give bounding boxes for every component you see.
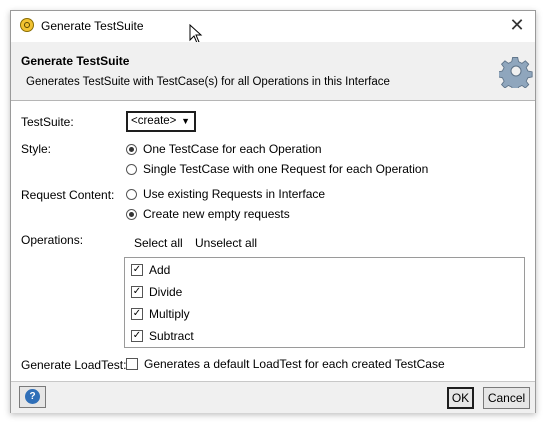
radio-button[interactable] (126, 143, 137, 155)
request-option-label: Use existing Requests in Interface (143, 187, 326, 201)
gear-icon (499, 56, 533, 88)
style-option-label: Single TestCase with one Request for eac… (143, 162, 429, 176)
operation-label: Divide (149, 285, 183, 299)
request-option-label: Create new empty requests (143, 207, 290, 221)
title-bar: Generate TestSuite ✕ (11, 11, 535, 44)
operation-label: Multiply (149, 307, 190, 321)
unselect-all-button[interactable]: Unselect all (195, 236, 257, 250)
style-label: Style: (21, 142, 52, 156)
help-button[interactable]: ? (19, 386, 46, 408)
radio-button[interactable] (126, 208, 137, 220)
select-all-button[interactable]: Select all (134, 236, 183, 250)
testsuite-label: TestSuite: (21, 115, 74, 129)
close-button[interactable]: ✕ (507, 15, 527, 35)
operation-label: Add (149, 263, 171, 277)
help-icon: ? (25, 389, 40, 404)
generate-loadtest-label: Generate LoadTest: (21, 358, 127, 372)
soapui-app-icon (20, 18, 34, 32)
radio-button[interactable] (126, 188, 137, 200)
checkbox[interactable]: ✓ (131, 286, 143, 298)
mouse-cursor-icon (189, 24, 203, 44)
dialog-footer: ? OK Cancel (11, 381, 535, 413)
style-option-one-testcase[interactable]: One TestCase for each Operation (126, 141, 322, 157)
style-option-single-testcase[interactable]: Single TestCase with one Request for eac… (126, 161, 428, 177)
generate-loadtest-option-label: Generates a default LoadTest for each cr… (144, 357, 445, 371)
checkbox[interactable]: ✓ (131, 308, 143, 320)
request-option-new-empty[interactable]: Create new empty requests (126, 206, 290, 222)
radio-button[interactable] (126, 163, 137, 175)
request-option-existing[interactable]: Use existing Requests in Interface (126, 186, 325, 202)
operations-list: ✓ Add ✓ Divide ✓ Multiply ✓ Subtract (124, 257, 525, 348)
operation-item-divide[interactable]: ✓ Divide (131, 282, 182, 302)
operations-label: Operations: (21, 233, 84, 247)
header-description: Generates TestSuite with TestCase(s) for… (26, 76, 390, 88)
dialog-header: Generate TestSuite Generates TestSuite w… (11, 42, 535, 101)
operation-label: Subtract (149, 329, 194, 343)
window-title: Generate TestSuite (41, 19, 144, 33)
testsuite-select-value: <create> (131, 115, 177, 127)
operation-item-subtract[interactable]: ✓ Subtract (131, 326, 194, 346)
checkbox[interactable] (126, 358, 138, 370)
checkbox[interactable]: ✓ (131, 330, 143, 342)
operation-item-add[interactable]: ✓ Add (131, 260, 170, 280)
testsuite-select[interactable]: <create> ▼ (126, 111, 196, 132)
operation-item-multiply[interactable]: ✓ Multiply (131, 304, 190, 324)
generate-testsuite-dialog: Generate TestSuite ✕ Generate TestSuite … (10, 10, 536, 413)
checkbox[interactable]: ✓ (131, 264, 143, 276)
request-content-label: Request Content: (21, 188, 115, 202)
header-title: Generate TestSuite (21, 54, 130, 68)
style-option-label: One TestCase for each Operation (143, 142, 322, 156)
generate-loadtest-option[interactable]: Generates a default LoadTest for each cr… (126, 356, 445, 372)
chevron-down-icon: ▼ (181, 116, 190, 126)
cancel-button[interactable]: Cancel (483, 387, 530, 409)
ok-button[interactable]: OK (447, 387, 474, 409)
